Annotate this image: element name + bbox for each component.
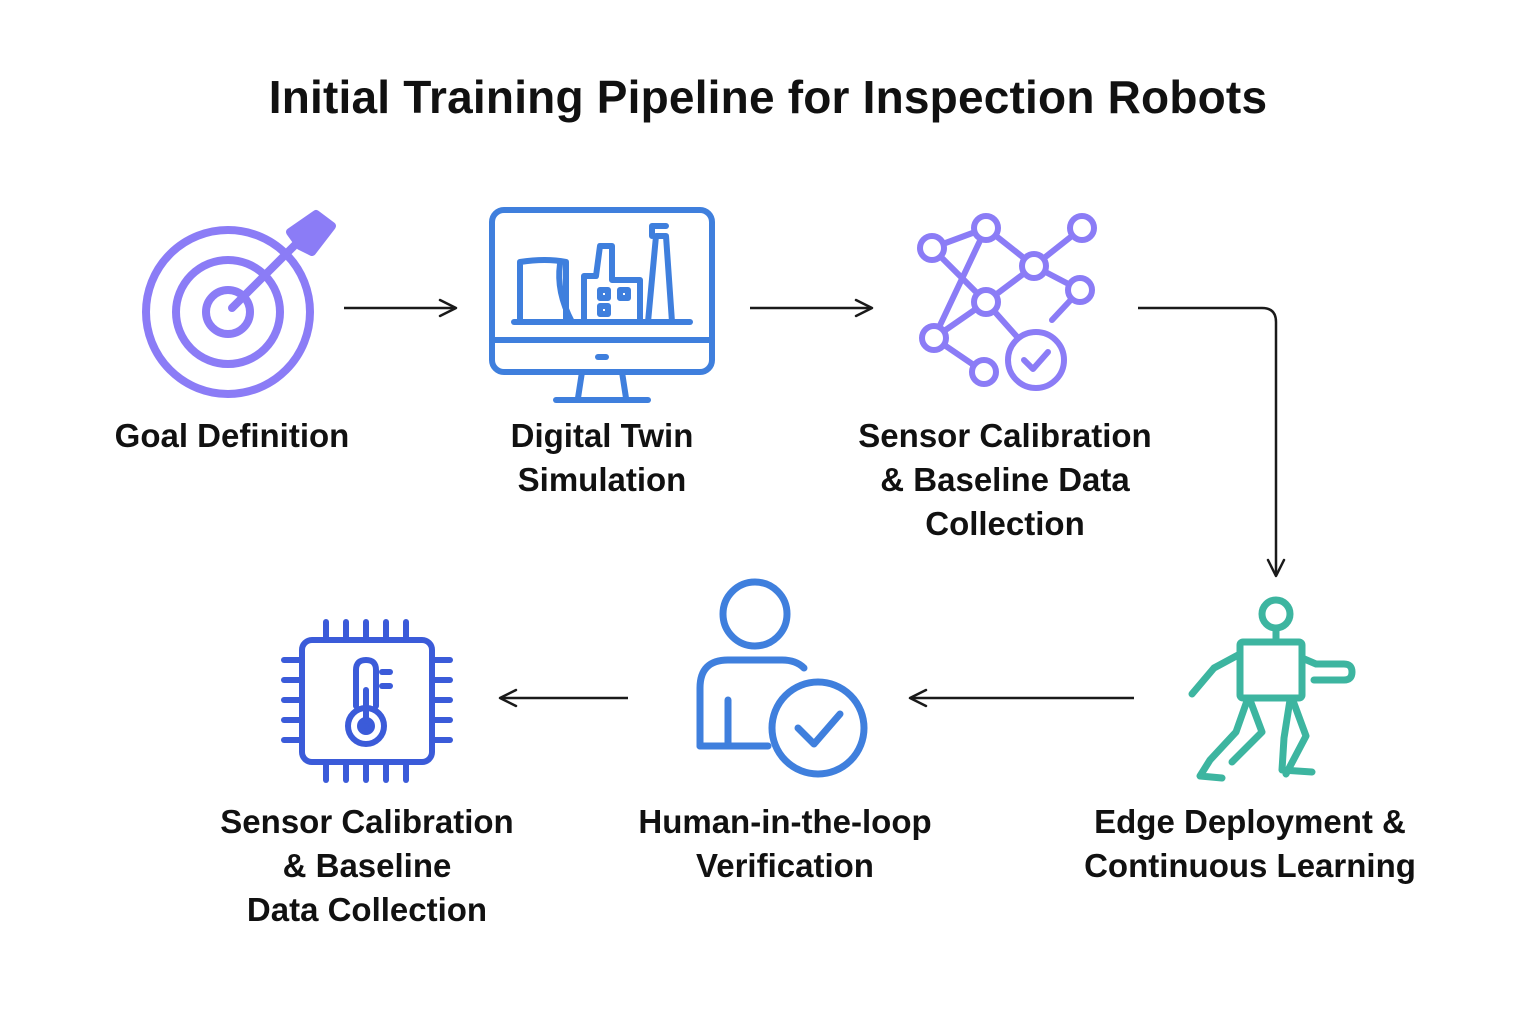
step-label-line: Digital Twin xyxy=(510,417,694,454)
step-label-line: Goal Definition xyxy=(114,417,350,454)
target-icon xyxy=(142,210,336,398)
step-label-line: Data Collection xyxy=(246,891,488,928)
step-label-line: Edge Deployment & xyxy=(1094,803,1406,840)
chip-thermometer-icon xyxy=(281,619,453,783)
step-label-human-verification: Human-in-the-loop Verification xyxy=(615,800,955,888)
step-label-digital-twin: Digital Twin Simulation xyxy=(452,414,752,502)
step-label-line: & Baseline Data xyxy=(880,461,1130,498)
user-check-icon xyxy=(696,578,868,778)
robot-icon xyxy=(1188,596,1356,782)
step-label-sensor-calibration-top: Sensor Calibration & Baseline Data Colle… xyxy=(845,414,1165,546)
step-label-line: Continuous Learning xyxy=(1084,847,1416,884)
step-label-line: Simulation xyxy=(517,461,687,498)
step-label-line: Human-in-the-loop xyxy=(638,803,932,840)
monitor-factory-icon xyxy=(489,207,715,403)
step-label-line: Sensor Calibration xyxy=(858,417,1152,454)
step-label-sensor-calibration-bottom: Sensor Calibration & Baseline Data Colle… xyxy=(207,800,527,932)
step-label-line: Sensor Calibration xyxy=(220,803,514,840)
network-check-icon xyxy=(917,213,1097,391)
step-label-line: & Baseline xyxy=(282,847,452,884)
step-label-line: Collection xyxy=(925,505,1085,542)
step-label-goal-definition: Goal Definition xyxy=(82,414,382,458)
step-label-line: Verification xyxy=(696,847,874,884)
step-label-edge-deployment: Edge Deployment & Continuous Learning xyxy=(1060,800,1440,888)
